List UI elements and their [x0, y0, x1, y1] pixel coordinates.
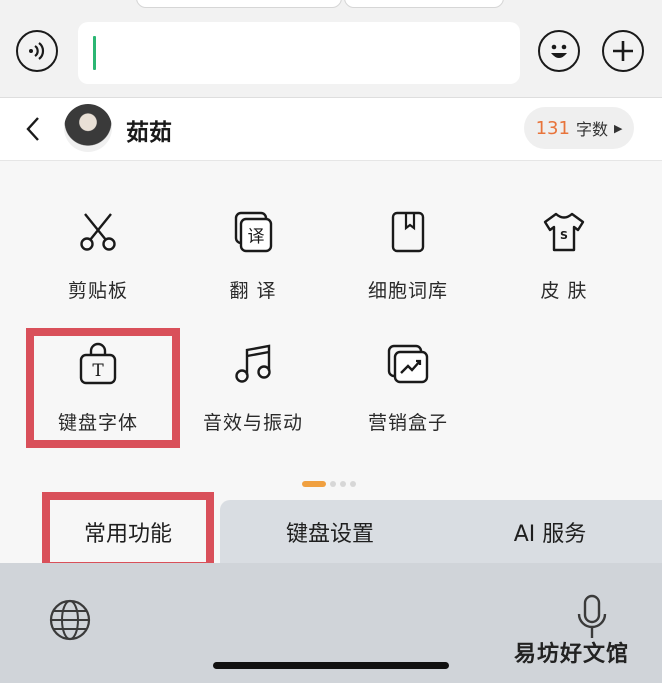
- tshirt-icon: S: [543, 212, 585, 252]
- wordcount-label: 字数: [575, 120, 608, 139]
- back-chevron-icon[interactable]: [24, 116, 42, 142]
- music-note-icon: [235, 344, 271, 383]
- tab-ai-services[interactable]: AI 服务: [470, 500, 630, 564]
- emoji-button[interactable]: [538, 30, 580, 72]
- grid-item-translate[interactable]: 译 翻 译: [178, 210, 328, 320]
- page-dot: [330, 481, 336, 487]
- page-dot: [340, 481, 346, 487]
- page-dot: [350, 481, 356, 487]
- grid-item-marketing-box[interactable]: 营销盒子: [333, 342, 483, 452]
- globe-icon[interactable]: [48, 598, 92, 642]
- highlight-box: [42, 492, 214, 570]
- wordcount-number: 131: [535, 117, 570, 139]
- grid-item-clipboard[interactable]: 剪贴板: [23, 210, 173, 320]
- scissors-icon: [80, 213, 116, 251]
- tab-keyboard-settings[interactable]: 键盘设置: [250, 500, 410, 564]
- top-tab-stub: [344, 0, 504, 8]
- grid-item-label: 翻 译: [229, 280, 277, 302]
- highlight-box: [26, 328, 180, 448]
- tab-label: 键盘设置: [285, 522, 374, 547]
- tab-label: AI 服务: [513, 522, 587, 547]
- grid-item-label: 音效与振动: [202, 412, 303, 434]
- smiley-icon: [551, 44, 567, 58]
- page-dot-active: [302, 481, 326, 487]
- grid-item-label: 剪贴板: [67, 280, 128, 302]
- contact-name: 茹茹: [126, 120, 172, 146]
- grid-item-label: 营销盒子: [367, 412, 448, 434]
- home-indicator[interactable]: [213, 662, 449, 669]
- translate-icon: 译: [234, 211, 273, 253]
- page-indicator: [302, 481, 356, 487]
- top-tab-stub: [136, 0, 342, 8]
- wordcount-badge[interactable]: 131 字数 ▶: [524, 107, 634, 149]
- grid-item-sound-vibration[interactable]: 音效与振动: [178, 342, 328, 452]
- svg-text:S: S: [560, 229, 568, 242]
- add-button[interactable]: [602, 30, 644, 72]
- watermark-text: 易坊好文馆: [514, 642, 630, 667]
- voice-message-button[interactable]: [16, 30, 58, 72]
- microphone-icon[interactable]: [576, 594, 608, 640]
- svg-text:译: 译: [248, 227, 265, 247]
- plus-icon: [613, 41, 633, 61]
- grid-item-dictionary[interactable]: 细胞词库: [333, 210, 483, 320]
- sound-wave-icon: [29, 42, 45, 60]
- text-caret: [93, 36, 96, 70]
- grid-item-skin[interactable]: S 皮 肤: [489, 210, 639, 320]
- grid-item-label: 皮 肤: [540, 280, 588, 302]
- marketing-box-icon: [387, 344, 429, 384]
- triangle-right-icon: ▶: [613, 121, 623, 135]
- grid-item-label: 细胞词库: [367, 280, 448, 302]
- dictionary-icon: [391, 211, 425, 253]
- avatar[interactable]: [64, 104, 112, 152]
- message-input[interactable]: [78, 22, 520, 84]
